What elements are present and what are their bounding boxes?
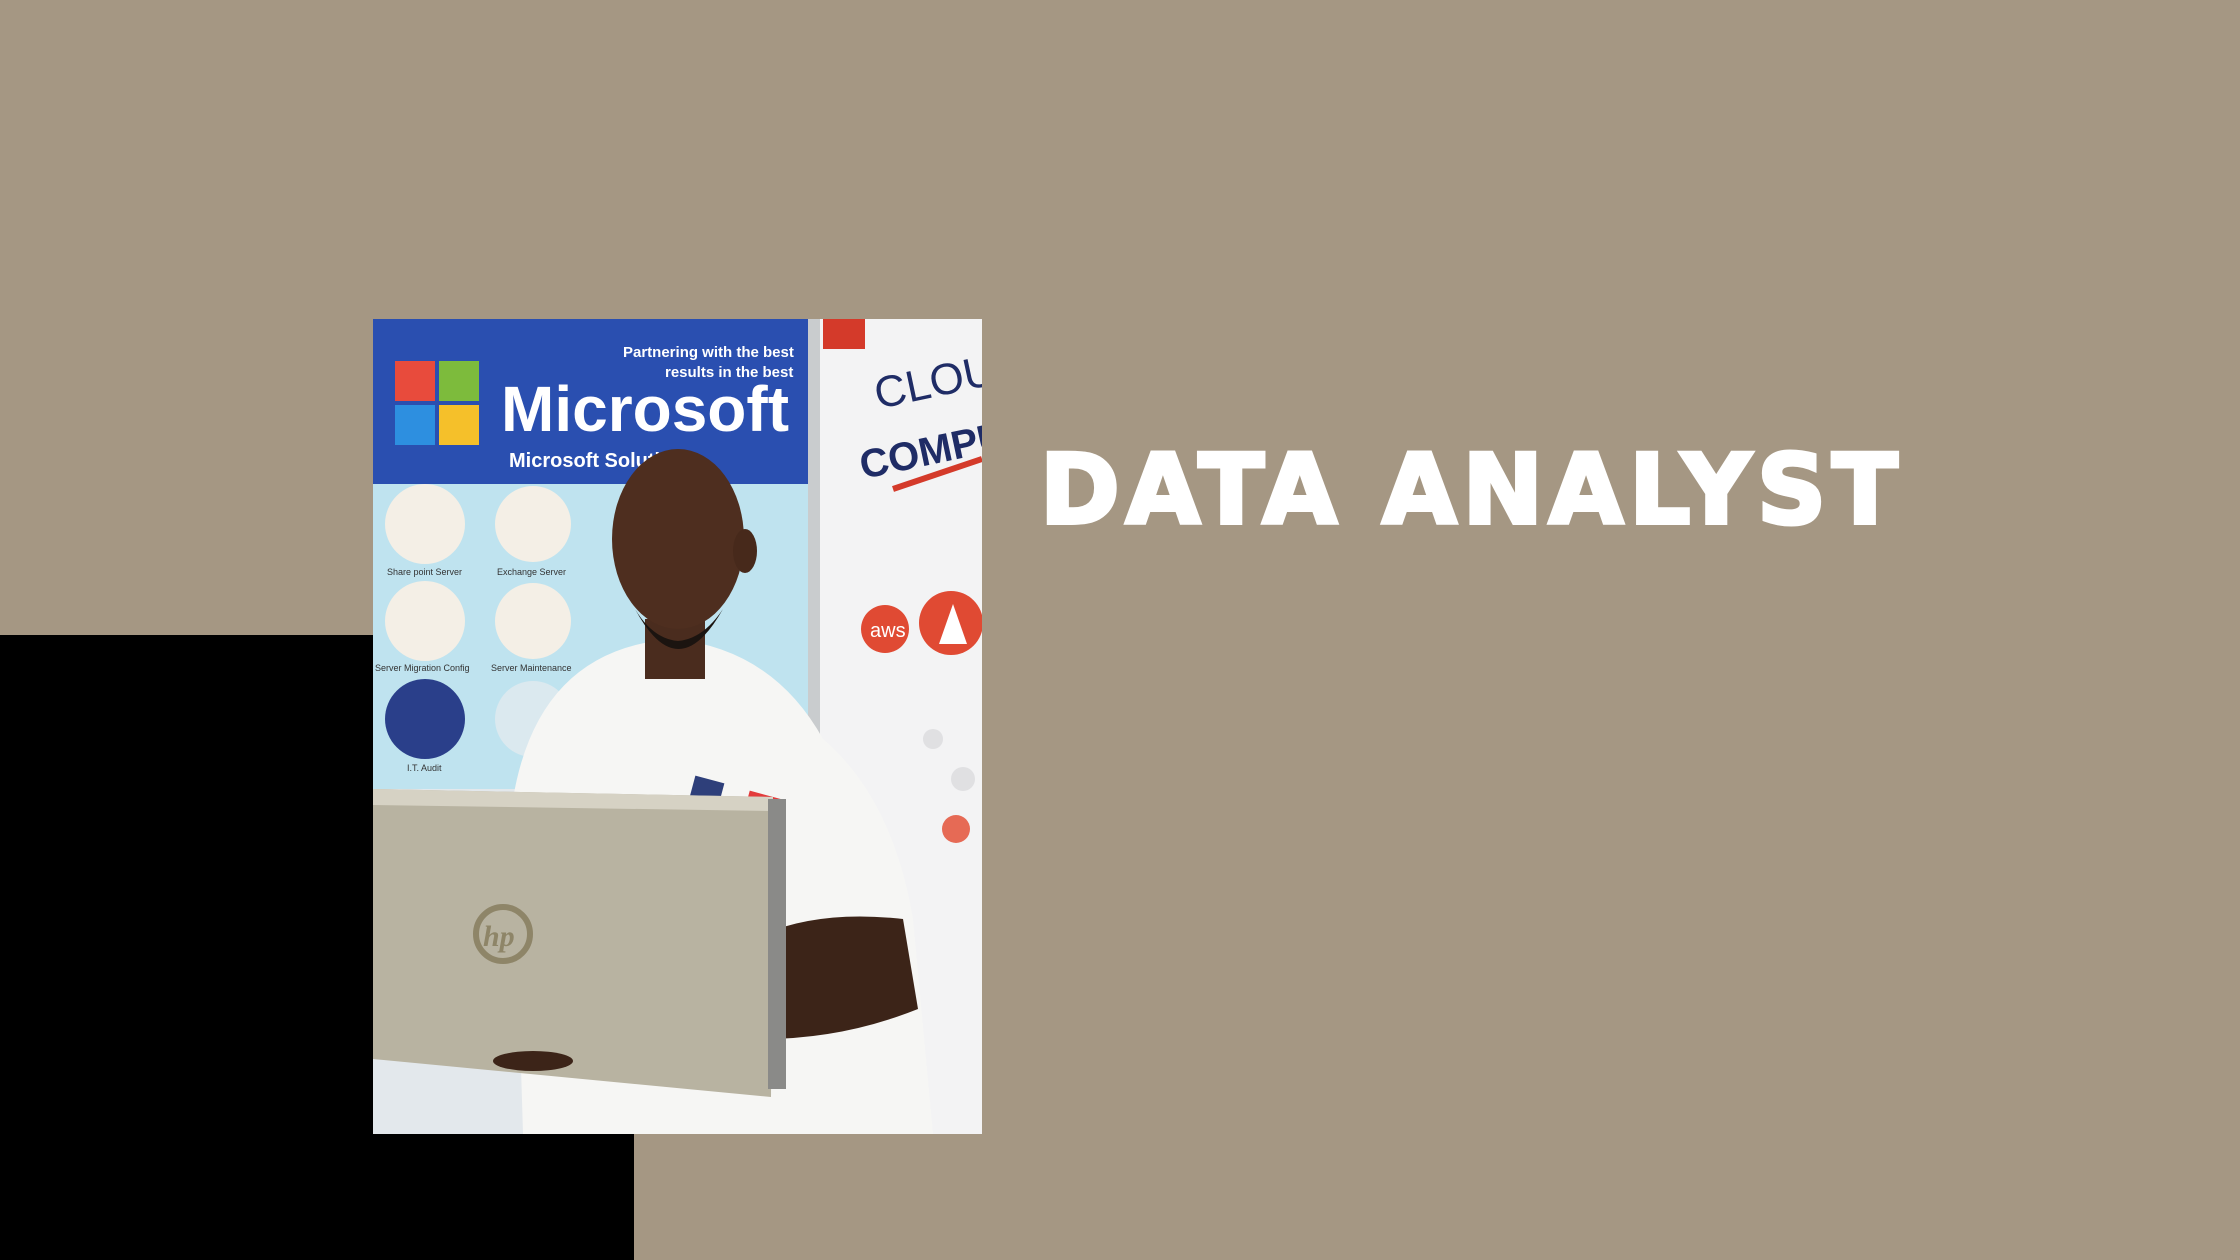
svg-text:Server Maintenance: Server Maintenance	[491, 663, 572, 673]
profile-photo: Microsoft Microsoft Solutions Partnering…	[373, 319, 982, 1134]
svg-text:Microsoft: Microsoft	[501, 373, 789, 445]
svg-text:Partnering with the best: Partnering with the best	[623, 344, 794, 361]
svg-text:Exchange Server: Exchange Server	[497, 567, 566, 577]
svg-text:results in the best: results in the best	[665, 364, 793, 381]
svg-text:Server Migration Config: Server Migration Config	[375, 663, 470, 673]
page-title: DATA ANALYST	[1038, 432, 1904, 548]
black-accent-block-bottom	[0, 1133, 634, 1260]
slide-canvas: Microsoft Microsoft Solutions Partnering…	[0, 0, 2240, 1260]
laptop: hp	[373, 789, 786, 1097]
svg-text:Share point Server: Share point Server	[387, 567, 462, 577]
svg-text:aws: aws	[870, 620, 906, 642]
svg-text:hp: hp	[483, 920, 515, 953]
svg-text:I.T. Audit: I.T. Audit	[407, 763, 442, 773]
